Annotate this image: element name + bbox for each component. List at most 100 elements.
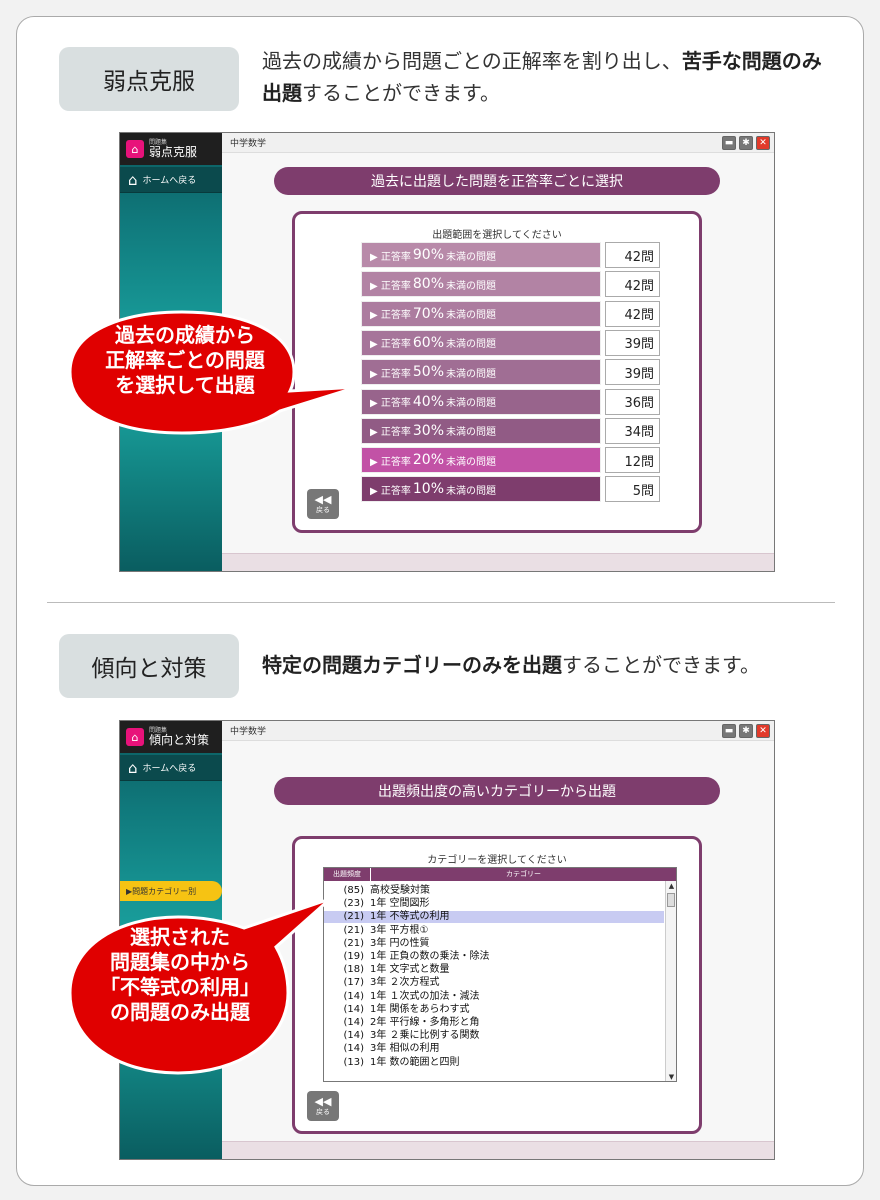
row-prefix: ▶ 正答率 — [370, 339, 411, 351]
folder-icon[interactable]: ▬ — [722, 136, 736, 150]
app-name: 傾向と対策 — [149, 733, 210, 747]
question-count: 36問 — [605, 388, 660, 415]
list-scrollbar[interactable]: ▲ ▼ — [665, 881, 676, 1081]
row-suffix: 未満の問題 — [446, 368, 496, 380]
row-prefix: ▶ 正答率 — [370, 398, 411, 409]
row-percentage: 30% — [412, 422, 444, 439]
question-count: 42問 — [605, 300, 660, 327]
row-suffix: 未満の問題 — [446, 456, 496, 468]
row-percentage: 40% — [412, 393, 444, 410]
gear-icon[interactable]: ✱ — [739, 724, 753, 738]
category-list[interactable]: 出題頻度 カテゴリー (85) 高校受験対策 (23) 1年 空間図形 (21) 1年 不… — [323, 867, 677, 1082]
app-home-icon: ⌂ — [126, 140, 144, 158]
item-category: 1年 正負の数の乗法・除法 — [370, 951, 490, 962]
list-header: 出題頻度 カテゴリー — [324, 868, 676, 881]
row-suffix: 未満の問題 — [446, 339, 496, 351]
callout-text-2: 選択された 問題集の中から 「不等式の利用」 の問題のみ出題 — [100, 925, 260, 1024]
row-suffix: 未満の問題 — [446, 310, 496, 322]
list-item[interactable]: (21) 3年 平方根① — [324, 925, 664, 937]
list-item[interactable]: (21) 1年 不等式の利用 — [324, 911, 664, 923]
item-category: 1年 数の範囲と四則 — [370, 1056, 460, 1068]
house-icon: ⌂ — [128, 758, 138, 777]
row-suffix: 未満の問題 — [446, 251, 496, 263]
list-item[interactable]: (14) 3年 ２乗に比例する関数 — [324, 1030, 664, 1042]
question-count: 12問 — [605, 447, 660, 474]
close-icon[interactable]: ✕ — [756, 724, 770, 738]
subject-label: 中学数学 — [230, 139, 267, 149]
close-icon[interactable]: ✕ — [756, 136, 770, 150]
scroll-thumb[interactable] — [667, 893, 675, 907]
row-prefix: ▶ 正答率 — [370, 280, 411, 292]
app-header: ⌂ 問題集 弱点克服 — [120, 133, 222, 165]
home-button[interactable]: ⌂ ホームへ戻る — [120, 167, 222, 193]
callout-text-1: 過去の成績から 正解率ごとの問題 を選択して出題 — [105, 323, 265, 397]
app-name: 弱点克服 — [149, 145, 198, 159]
list-item[interactable]: (14) 1年 関係をあらわす式 — [324, 1004, 664, 1016]
row-prefix: ▶ 正答率 — [370, 485, 411, 497]
accuracy-row[interactable]: ▶ 正答率 60% 未満の問題 — [361, 329, 601, 356]
list-item[interactable]: (85) 高校受験対策 — [324, 885, 664, 897]
back-button[interactable]: ◀◀ 戻る — [307, 489, 339, 519]
feature-description-trend: 特定の問題カテゴリーのみを出題することができます。 — [262, 653, 760, 677]
column-header-category: カテゴリー — [506, 870, 541, 878]
feature-card: 弱点克服 過去の成績から問題ごとの正解率を割り出し、苦手な問題のみ出題することが… — [16, 16, 864, 1186]
screen-title: 出題頻出度の高いカテゴリーから出題 — [274, 777, 720, 805]
accuracy-row[interactable]: ▶ 正答率 80% 未満の問題 — [361, 271, 601, 298]
item-category: 1年 １次式の加法・減法 — [370, 990, 480, 1002]
scroll-up-icon[interactable]: ▲ — [666, 881, 676, 892]
row-percentage: 60% — [412, 334, 444, 351]
accuracy-row[interactable]: ▶ 正答率 70% 未満の問題 — [361, 300, 601, 327]
row-suffix: 未満の問題 — [446, 485, 496, 497]
row-suffix: 未満の問題 — [446, 398, 496, 409]
row-percentage: 20% — [412, 452, 444, 469]
gear-icon[interactable]: ✱ — [739, 136, 753, 150]
list-item[interactable]: (14) 1年 １次式の加法・減法 — [324, 991, 664, 1003]
feature-badge-trend: 傾向と対策 — [59, 634, 239, 698]
list-item[interactable]: (13) 1年 数の範囲と四則 — [324, 1057, 664, 1069]
question-count: 34問 — [605, 417, 660, 444]
row-percentage: 80% — [412, 276, 444, 293]
window-titlebar: 中学数学 — [222, 721, 774, 741]
accuracy-row[interactable]: ▶ 正答率 50% 未満の問題 — [361, 359, 601, 386]
home-button-label: ホームへ戻る — [142, 176, 197, 186]
panel-title: 出題範囲を選択してください — [432, 230, 562, 241]
accuracy-row[interactable]: ▶ 正答率 20% 未満の問題 — [361, 447, 601, 474]
home-button[interactable]: ⌂ ホームへ戻る — [120, 755, 222, 781]
row-suffix: 未満の問題 — [446, 280, 496, 292]
list-item[interactable]: (14) 2年 平行線・多角形と角 — [324, 1017, 664, 1029]
list-item[interactable]: (19) 1年 正負の数の乗法・除法 — [324, 951, 664, 963]
accuracy-row[interactable]: ▶ 正答率 90% 未満の問題 — [361, 242, 601, 268]
feature-description-weakness: 過去の成績から問題ごとの正解率を割り出し、苦手な問題のみ出題することができます。 — [262, 49, 822, 105]
row-suffix: 未満の問題 — [446, 427, 496, 439]
list-item[interactable]: (21) 3年 円の性質 — [324, 938, 664, 950]
list-item[interactable]: (17) 3年 ２次方程式 — [324, 977, 664, 989]
list-item[interactable]: (23) 1年 空間図形 — [324, 898, 664, 910]
list-item[interactable]: (18) 1年 文字式と数量 — [324, 964, 664, 976]
window-titlebar: 中学数学 — [222, 133, 774, 153]
row-percentage: 90% — [412, 247, 444, 263]
accuracy-row[interactable]: ▶ 正答率 40% 未満の問題 — [361, 388, 601, 415]
item-category: 3年 平方根① — [370, 924, 429, 936]
item-category: 1年 関係をあらわす式 — [370, 1003, 470, 1015]
row-prefix: ▶ 正答率 — [370, 368, 411, 380]
row-percentage: 10% — [412, 481, 444, 498]
screen-title: 過去に出題した問題を正答率ごとに選択 — [274, 167, 720, 195]
status-bar — [222, 553, 774, 571]
app-header: ⌂ 問題集 傾向と対策 — [120, 721, 222, 753]
question-count: 39問 — [605, 329, 660, 356]
question-count: 5問 — [605, 476, 660, 503]
question-count: 42問 — [605, 271, 660, 298]
back-button[interactable]: ◀◀ 戻る — [307, 1091, 339, 1121]
question-count: 39問 — [605, 359, 660, 386]
row-percentage: 50% — [412, 364, 444, 381]
folder-icon[interactable]: ▬ — [722, 724, 736, 738]
scroll-down-icon[interactable]: ▼ — [666, 1072, 676, 1081]
accuracy-row[interactable]: ▶ 正答率 30% 未満の問題 — [361, 417, 601, 444]
list-item[interactable]: (14) 3年 相似の利用 — [324, 1043, 664, 1055]
accuracy-row[interactable]: ▶ 正答率 10% 未満の問題 — [361, 476, 601, 503]
item-category: 3年 ２次方程式 — [370, 977, 440, 989]
section-divider — [47, 602, 835, 603]
row-prefix: ▶ 正答率 — [370, 310, 411, 322]
status-bar — [222, 1141, 774, 1159]
row-percentage: 70% — [412, 305, 444, 322]
